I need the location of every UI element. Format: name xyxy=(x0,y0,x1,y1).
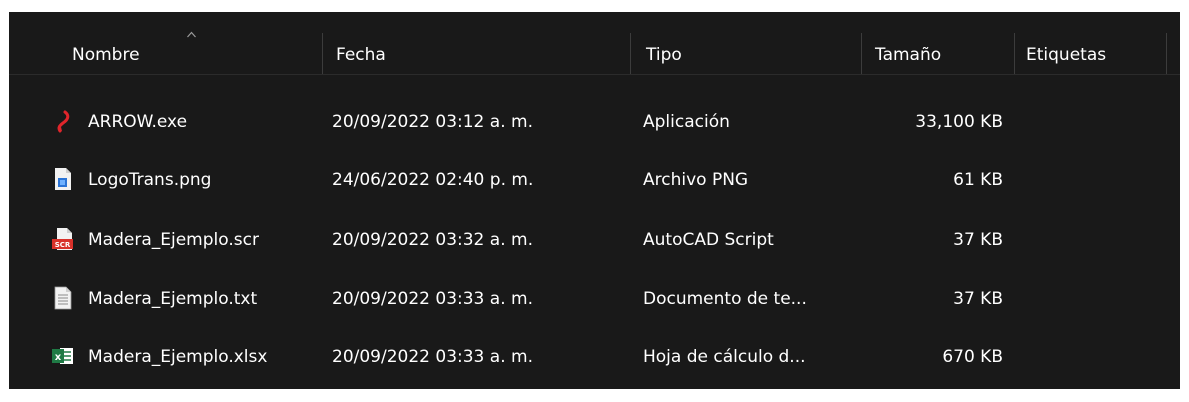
column-divider[interactable] xyxy=(1014,33,1015,74)
column-header-date[interactable]: Fecha xyxy=(336,12,386,74)
file-date: 20/09/2022 03:12 a. m. xyxy=(332,112,533,132)
file-name: LogoTrans.png xyxy=(88,170,212,190)
file-type: Hoja de cálculo d... xyxy=(643,347,806,367)
arrow-app-icon xyxy=(57,110,70,133)
column-header-bar: Nombre Fecha Tipo Tamaño Etiquetas xyxy=(9,12,1180,75)
column-header-size[interactable]: Tamaño xyxy=(875,12,941,74)
file-row[interactable]: ARROW.exe 20/09/2022 03:12 a. m. Aplicac… xyxy=(9,94,1180,150)
file-row[interactable]: LogoTrans.png 24/06/2022 02:40 p. m. Arc… xyxy=(9,152,1180,208)
file-name: Madera_Ejemplo.xlsx xyxy=(88,347,268,367)
file-explorer-details-view: Nombre Fecha Tipo Tamaño Etiquetas ARROW… xyxy=(9,12,1180,389)
column-divider[interactable] xyxy=(322,33,323,74)
txt-file-icon xyxy=(54,286,72,310)
column-divider[interactable] xyxy=(630,33,631,74)
file-size: 37 KB xyxy=(953,289,1003,309)
column-header-tags[interactable]: Etiquetas xyxy=(1026,12,1106,74)
column-divider[interactable] xyxy=(861,33,862,74)
column-divider[interactable] xyxy=(1166,33,1167,74)
scr-file-icon: SCR xyxy=(52,228,73,250)
column-header-name[interactable]: Nombre xyxy=(72,12,140,74)
file-date: 20/09/2022 03:33 a. m. xyxy=(332,289,533,309)
excel-file-icon: x xyxy=(52,348,73,364)
file-type: Aplicación xyxy=(643,112,730,132)
file-date: 24/06/2022 02:40 p. m. xyxy=(332,170,534,190)
file-name: Madera_Ejemplo.scr xyxy=(88,230,259,250)
png-file-icon xyxy=(55,168,71,190)
column-header-type[interactable]: Tipo xyxy=(646,12,682,74)
file-size: 33,100 KB xyxy=(915,112,1003,132)
sort-up-chevron-icon xyxy=(187,31,196,38)
file-row[interactable]: Madera_Ejemplo.txt 20/09/2022 03:33 a. m… xyxy=(9,271,1180,327)
svg-text:x: x xyxy=(55,352,62,363)
file-type: Documento de te... xyxy=(643,289,807,309)
file-size: 61 KB xyxy=(953,170,1003,190)
svg-text:SCR: SCR xyxy=(55,241,71,249)
file-name: ARROW.exe xyxy=(88,112,188,132)
file-name: Madera_Ejemplo.txt xyxy=(88,289,258,309)
file-row[interactable]: SCR Madera_Ejemplo.scr 20/09/2022 03:32 … xyxy=(9,212,1180,268)
file-size: 670 KB xyxy=(942,347,1003,367)
file-row[interactable]: x Madera_Ejemplo.xlsx 20/09/2022 03:33 a… xyxy=(9,329,1180,385)
file-type: Archivo PNG xyxy=(643,170,749,190)
file-date: 20/09/2022 03:32 a. m. xyxy=(332,230,533,250)
file-type: AutoCAD Script xyxy=(643,230,774,250)
file-date: 20/09/2022 03:33 a. m. xyxy=(332,347,533,367)
file-size: 37 KB xyxy=(953,230,1003,250)
